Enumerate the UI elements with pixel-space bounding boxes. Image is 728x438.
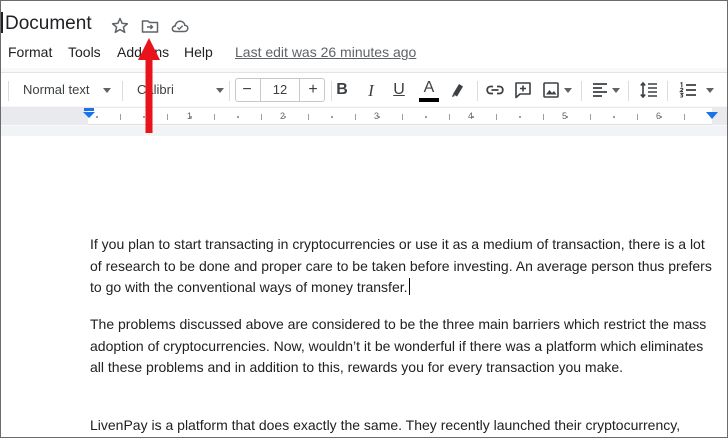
underline-button[interactable]: U	[390, 81, 408, 101]
title-edge	[1, 12, 3, 33]
increase-font-size-button[interactable]: +	[302, 79, 324, 101]
line-spacing-icon[interactable]	[639, 80, 659, 100]
ruler-tick	[355, 114, 356, 120]
ruler-tick	[261, 114, 262, 120]
align-icon[interactable]	[590, 80, 610, 100]
chevron-down-icon	[564, 88, 572, 93]
toolbar-separator	[628, 81, 629, 101]
text-color-swatch	[419, 98, 439, 102]
formatting-toolbar: Normal text Calibri − 12 + B I U A	[0, 72, 728, 106]
text-color-button[interactable]: A	[417, 79, 441, 103]
document-page[interactable]: If you plan to start transacting in cryp…	[0, 136, 728, 438]
chevron-down-icon	[612, 88, 620, 93]
chevron-down-icon	[706, 88, 714, 93]
ruler-tick	[120, 114, 121, 120]
ruler-dot	[331, 116, 333, 118]
menu-format[interactable]: Format	[8, 44, 52, 60]
paragraph[interactable]: The problems discussed above are conside…	[90, 314, 715, 379]
toolbar-separator	[8, 81, 9, 101]
chevron-down-icon	[103, 88, 111, 93]
ruler-tick	[308, 114, 309, 120]
ruler-tick	[543, 114, 544, 120]
font-size-stepper: − 12 +	[235, 78, 325, 102]
decrease-font-size-button[interactable]: −	[236, 79, 258, 101]
ruler-tick	[590, 114, 591, 120]
paragraph-text: If you plan to start transacting in cryp…	[90, 236, 712, 295]
highlight-icon[interactable]	[448, 80, 468, 100]
link-icon[interactable]	[485, 80, 505, 100]
italic-button[interactable]: I	[362, 81, 380, 101]
annotation-arrow-icon	[138, 38, 160, 133]
toolbar-separator	[667, 81, 668, 101]
star-icon[interactable]	[110, 16, 130, 36]
ruler-tick	[214, 114, 215, 120]
text-color-letter: A	[423, 79, 435, 96]
toolbar-separator	[331, 81, 332, 101]
comment-icon[interactable]	[513, 80, 533, 100]
ruler-tick	[684, 114, 685, 120]
right-indent-marker-icon[interactable]	[705, 111, 719, 123]
ruler-number: 2	[280, 111, 286, 121]
toolbar-separator	[229, 81, 230, 101]
image-icon[interactable]	[541, 80, 561, 100]
paragraph[interactable]: If you plan to start transacting in cryp…	[90, 234, 715, 299]
toolbar-separator	[581, 81, 582, 101]
ruler-number: 1	[187, 111, 193, 121]
cloud-saved-icon[interactable]	[170, 16, 190, 36]
ruler-number: 4	[468, 111, 474, 121]
title-bar: Document	[0, 0, 728, 42]
toolbar-separator	[477, 81, 478, 101]
ruler-tick	[637, 114, 638, 120]
ruler-dot	[613, 116, 615, 118]
document-title-text: Document	[5, 13, 92, 34]
ruler-left-margin	[0, 108, 88, 125]
move-to-folder-icon[interactable]	[140, 16, 160, 36]
paragraph[interactable]: LivenPay is a platform that does exactly…	[90, 415, 715, 437]
chevron-down-icon	[216, 88, 224, 93]
numbered-list-icon[interactable]	[678, 80, 698, 100]
ruler-dot	[519, 116, 521, 118]
menu-help[interactable]: Help	[184, 44, 213, 60]
font-size-input[interactable]: 12	[260, 79, 300, 101]
indent-marker-icon[interactable]	[82, 108, 96, 122]
document-canvas: If you plan to start transacting in cryp…	[0, 126, 728, 438]
last-edit-link[interactable]: Last edit was 26 minutes ago	[235, 44, 416, 60]
ruler-tick	[402, 114, 403, 120]
bold-button[interactable]: B	[333, 81, 351, 101]
ruler-tick	[496, 114, 497, 120]
ruler-tick	[449, 114, 450, 120]
ruler-tick	[167, 114, 168, 120]
menu-bar: Format Tools Add-ons Help Last edit was …	[0, 42, 728, 68]
ruler-dot	[237, 116, 239, 118]
ruler-number: 3	[374, 111, 380, 121]
text-cursor	[408, 278, 411, 295]
document-title[interactable]: Document	[0, 12, 92, 35]
ruler-number: 6	[656, 111, 662, 121]
menu-tools[interactable]: Tools	[68, 44, 101, 60]
toolbar-separator	[122, 81, 123, 101]
paragraph-style-dropdown[interactable]: Normal text	[23, 82, 89, 97]
ruler-dot	[425, 116, 427, 118]
ruler-number: 5	[562, 111, 568, 121]
ruler[interactable]: 1 2 3 4 5 6	[0, 107, 728, 125]
ruler-dot	[96, 116, 98, 118]
